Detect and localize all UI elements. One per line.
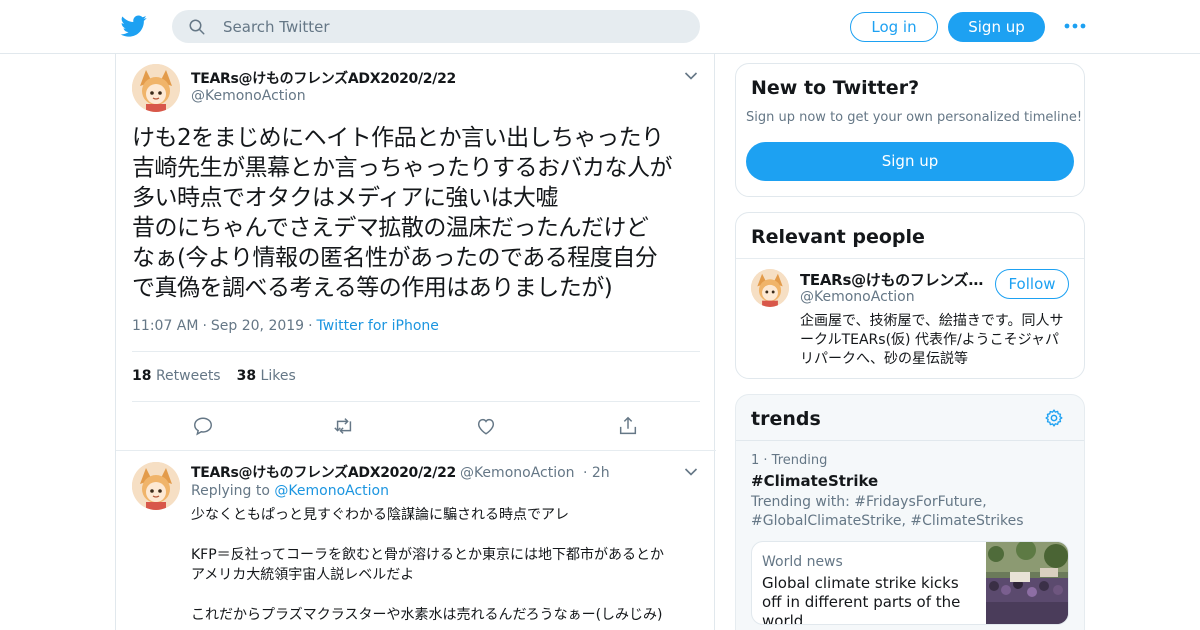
relevant-people-card: Relevant people TEARs@けものフレンズADX2020/2/2… [735,212,1085,379]
search-placeholder: Search Twitter [223,18,330,36]
tweet-column: TEARs@けものフレンズADX2020/2/22 @KemonoAction … [115,54,716,630]
author-name[interactable]: TEARs@けものフレンズADX2020/2/22 [191,68,456,88]
person-bio: 企画屋で、技術屋で、絵描きです。同人サークルTEARs(仮) 代表作/ようこそジ… [800,313,1064,367]
person-name[interactable]: TEARs@けものフレンズADX2020/2/22 [800,269,985,290]
news-card[interactable]: World news Global climate strike kicks o… [751,541,1069,625]
replying-to-link[interactable]: @KemonoAction [274,483,389,499]
search-input[interactable]: Search Twitter [172,10,700,43]
retweets-count: 18 [132,368,152,384]
sidebar-signup-button[interactable]: Sign up [746,142,1074,181]
tweet-text-line: 吉崎先生が黒幕とか言っちゃったりするおバカな人が [132,155,673,181]
avatar[interactable] [132,64,180,112]
reply-author-handle[interactable]: @KemonoAction [460,465,575,481]
avatar[interactable] [751,269,789,307]
reply-text-line: アメリカ大統領宇宙人説レベルだよ [191,567,415,583]
reply-text-line [191,525,711,545]
twitter-bird-logo-icon[interactable] [120,13,148,39]
avatar[interactable] [132,462,180,510]
divider [132,401,700,402]
news-thumbnail [986,542,1068,624]
reply-icon[interactable] [192,415,214,437]
retweet-icon[interactable] [333,415,355,437]
reply-text: 少なくともぱっと見すぐわかる陰謀論に騙される時点でアレ KFP＝反社ってコーラを… [191,505,711,625]
card-title: Relevant people [751,226,925,248]
tweet-actions [116,412,716,442]
trending-with[interactable]: Trending with: #FridaysForFuture, #Globa… [751,493,1071,531]
tweet-text-line: で真偽を調べる考える等の作用はありましたが) [132,275,613,301]
trend-rank: 1 · Trending [751,453,828,468]
divider [736,258,1084,259]
retweets-stat[interactable]: 18 Retweets [132,368,221,384]
reply-text-line: 少なくともぱっと見すぐわかる陰謀論に騙される時点でアレ [191,507,569,523]
tweet-time[interactable]: 11:07 AM [132,318,198,334]
news-headline: Global climate strike kicks off in diffe… [762,574,961,625]
card-title: trends [751,408,821,430]
likes-label: Likes [260,368,296,384]
tweet-text-line: 多い時点でオタクはメディアに強いは大嘘 [132,185,558,211]
tweet-text-line: けも2をまじめにヘイト作品とか言い出しちゃったり [132,125,664,151]
likes-stat[interactable]: 38 Likes [237,368,296,384]
person-handle[interactable]: @KemonoAction [800,289,915,305]
tweet-text-line: なぁ(今より情報の匿名性があったのである程度自分 [132,245,658,271]
tweet-source-link[interactable]: Twitter for iPhone [317,318,439,334]
signup-button[interactable]: Sign up [948,12,1045,42]
reply-header: TEARs@けものフレンズADX2020/2/22 @KemonoAction ·… [191,462,610,482]
retweets-label: Retweets [155,368,221,384]
card-title: New to Twitter? [751,77,920,99]
like-heart-icon[interactable] [475,415,497,437]
avatar-illustration-icon [132,64,180,112]
chevron-down-icon[interactable] [684,467,698,477]
divider [116,450,716,451]
trend-hashtag[interactable]: #ClimateStrike [751,472,878,490]
news-category: World news [762,554,843,570]
top-bar: Search Twitter Log in Sign up [0,0,1200,54]
avatar-illustration-icon [132,462,180,510]
divider [132,351,700,352]
gear-icon[interactable] [1044,408,1064,428]
card-subtitle: Sign up now to get your own personalized… [746,110,1083,125]
divider [736,440,1084,441]
avatar-illustration-icon [751,269,789,307]
likes-count: 38 [236,368,257,384]
replying-to-label: Replying to [191,483,270,499]
author-handle[interactable]: @KemonoAction [191,88,306,104]
tweet-date[interactable]: Sep 20, 2019 [211,318,304,334]
reply-time[interactable]: · 2h [583,465,610,481]
reply-author-name[interactable]: TEARs@けものフレンズADX2020/2/22 [191,465,456,481]
reply-text-line: これだからプラズマクラスターや水素水は売れるんだろうなぁー(しみじみ) [191,607,663,623]
chevron-down-icon[interactable] [684,71,698,81]
trends-card: trends 1 · Trending #ClimateStrike Trend… [735,394,1085,630]
tweet-text-line: 昔のにちゃんでさえデマ拡散の温床だったんだけど [132,215,649,241]
reply-text-line: KFP＝反社ってコーラを飲むと骨が溶けるとか東京には地下都市があるとか [191,547,664,563]
login-button[interactable]: Log in [850,12,938,42]
reply-text-line [191,585,711,605]
replying-to: Replying to @KemonoAction [191,483,389,499]
tweet-text: けも2をまじめにヘイト作品とか言い出しちゃったり 吉崎先生が黒幕とか言っちゃった… [132,123,707,303]
share-icon[interactable] [617,415,639,437]
follow-button[interactable]: Follow [995,269,1069,299]
more-options-icon[interactable] [1064,19,1086,33]
tweet-stats: 18 Retweets 38 Likes [132,368,296,384]
search-icon [189,19,205,35]
new-to-twitter-card: New to Twitter? Sign up now to get your … [735,63,1085,197]
tweet-metadata: 11:07 AM · Sep 20, 2019 · Twitter for iPhone [132,318,439,334]
